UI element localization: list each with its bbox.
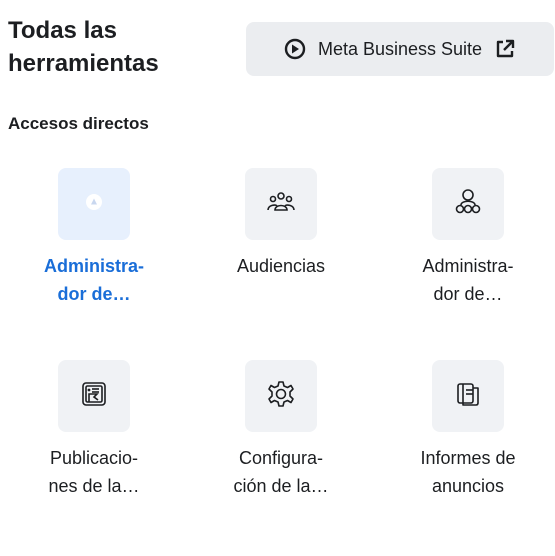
shortcut-page-settings[interactable]: Configura- ción de la…: [191, 360, 371, 500]
shortcut-ads-manager[interactable]: Administra- dor de…: [4, 168, 184, 308]
external-link-icon: [494, 38, 516, 60]
shortcut-label: Informes de anuncios: [420, 448, 516, 496]
shortcut-icon-box: [58, 168, 130, 240]
audiences-icon: [266, 190, 296, 219]
shortcut-icon-box: [245, 360, 317, 432]
meta-business-suite-button[interactable]: Meta Business Suite: [246, 22, 554, 76]
shortcut-label: Administra- dor de…: [422, 256, 514, 304]
shortcut-audiences[interactable]: Audiencias: [191, 168, 371, 280]
shortcut-label: Administra- dor de…: [43, 256, 144, 304]
shortcut-business-manager[interactable]: Administra- dor de…: [378, 168, 555, 308]
shortcut-page-posts[interactable]: Publicacio- nes de la…: [4, 360, 184, 500]
page-posts-icon: [81, 381, 107, 412]
meta-business-suite-label: Meta Business Suite: [317, 38, 483, 59]
ads-manager-icon: [85, 193, 103, 216]
shortcut-label: Publicacio- nes de la…: [48, 448, 140, 496]
shortcut-icon-box: [432, 168, 504, 240]
shortcut-ads-reporting[interactable]: Informes de anuncios: [378, 360, 555, 500]
shortcut-label: Configura- ción de la…: [233, 448, 329, 496]
shortcut-icon-box: [432, 360, 504, 432]
page-title: Todas las herramientas: [8, 17, 159, 77]
shortcut-label: Audiencias: [236, 256, 326, 276]
ads-reporting-icon: [455, 381, 481, 412]
people-manager-icon: [453, 187, 483, 222]
section-title: Accesos directos: [8, 114, 149, 133]
meta-business-suite-logo-icon: [284, 38, 306, 60]
settings-gear-icon: [267, 380, 295, 413]
shortcut-icon-box: [245, 168, 317, 240]
shortcut-icon-box: [58, 360, 130, 432]
